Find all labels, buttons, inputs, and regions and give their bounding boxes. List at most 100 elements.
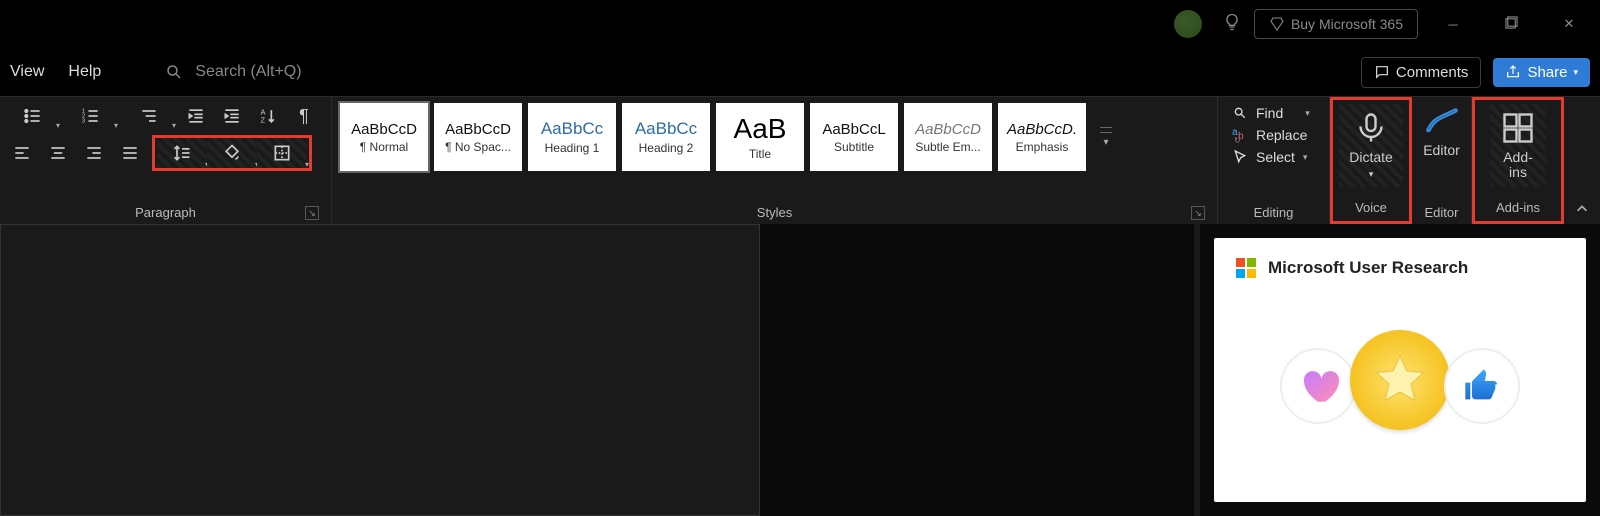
menu-view[interactable]: View [10, 63, 44, 81]
style-subtitle[interactable]: AaBbCcL Subtitle [810, 103, 898, 171]
grid-icon [1500, 110, 1536, 146]
research-artwork [1236, 338, 1564, 458]
paragraph-dialog-launcher[interactable]: ↘ [305, 206, 319, 220]
sort-button[interactable]: AZ [254, 103, 282, 129]
paragraph-group-label: Paragraph [135, 205, 196, 220]
microphone-icon [1353, 110, 1389, 146]
style-name: Subtitle [834, 140, 874, 154]
comment-icon [1374, 64, 1390, 80]
style-name: Heading 2 [639, 141, 694, 155]
share-button[interactable]: Share ▾ [1493, 58, 1590, 87]
collapse-ribbon-button[interactable] [1564, 97, 1600, 224]
style-name: ¶ No Spac... [445, 140, 511, 154]
research-card: Microsoft User Research [1214, 238, 1586, 502]
paragraph-group: ▾ 123 ▾ ▾ AZ [0, 97, 332, 224]
show-hide-marks-button[interactable]: ¶ [290, 103, 318, 129]
style-preview: AaBbCcD. [1007, 121, 1077, 138]
decrease-indent-button[interactable] [182, 103, 210, 129]
borders-button[interactable]: ▾ [257, 138, 307, 168]
style-title[interactable]: AaBTitle [716, 103, 804, 171]
style-heading-2[interactable]: AaBbCcHeading 2 [622, 103, 710, 171]
addins-button-label: Add-ins [1503, 149, 1533, 180]
account-avatar[interactable] [1174, 10, 1202, 38]
dictate-label: Dictate [1349, 149, 1393, 165]
buy-microsoft-365-button[interactable]: Buy Microsoft 365 [1254, 9, 1418, 39]
styles-group-label: Styles [757, 205, 792, 220]
share-label: Share [1527, 64, 1567, 81]
align-right-button[interactable] [80, 140, 108, 166]
highlighted-paragraph-buttons: ▾ ▾ ▾ [152, 135, 312, 171]
document-canvas[interactable] [0, 224, 1194, 516]
increase-indent-button[interactable] [218, 103, 246, 129]
menu-bar: View Help Search (Alt+Q) Comments Share … [0, 48, 1600, 96]
select-label: Select [1256, 149, 1295, 165]
align-left-button[interactable] [8, 140, 36, 166]
replace-icon: a b ↻ [1232, 127, 1248, 143]
style--no-spac-[interactable]: AaBbCcD ¶ No Spac... [434, 103, 522, 171]
style-name: Subtle Em... [915, 140, 980, 154]
replace-button[interactable]: a b ↻ Replace [1232, 127, 1315, 143]
window-minimize-button[interactable]: ─ [1430, 17, 1476, 32]
chevron-up-icon [1575, 202, 1589, 216]
styles-gallery: AaBbCcD¶ NormalAaBbCcD¶ No Spac...AaBbCc… [340, 103, 1209, 171]
select-button[interactable]: Select ▾ [1232, 149, 1315, 165]
style-preview: AaBbCc [541, 119, 603, 139]
share-icon [1505, 64, 1521, 80]
editor-group-label: Editor [1425, 205, 1459, 220]
ribbon: ▾ 123 ▾ ▾ AZ [0, 96, 1600, 224]
style-emphasis[interactable]: AaBbCcD. Emphasis [998, 103, 1086, 171]
svg-text:3: 3 [82, 119, 85, 125]
tell-me-search[interactable]: Search (Alt+Q) [165, 63, 301, 81]
styles-dialog-launcher[interactable]: ↘ [1191, 206, 1205, 220]
styles-group: AaBbCcD¶ NormalAaBbCcD¶ No Spac...AaBbCc… [332, 97, 1218, 224]
replace-label: Replace [1256, 127, 1307, 143]
cursor-icon [1232, 149, 1248, 165]
window-maximize-button[interactable] [1488, 16, 1534, 32]
bullets-button[interactable]: ▾ [8, 103, 58, 129]
styles-gallery-expand[interactable]: ▾ [1096, 103, 1116, 171]
svg-text:Z: Z [261, 116, 266, 125]
style-preview: AaBbCcD [445, 121, 511, 138]
addins-button[interactable]: Add-ins [1490, 104, 1546, 187]
justify-button[interactable] [116, 140, 144, 166]
addins-group-label: Add-ins [1496, 200, 1540, 215]
style-name: ¶ Normal [360, 140, 408, 154]
window-close-button[interactable]: ✕ [1546, 16, 1592, 32]
voice-group-label: Voice [1355, 200, 1387, 215]
comments-label: Comments [1396, 64, 1469, 81]
editor-button[interactable]: Editor [1423, 103, 1460, 158]
style-name: Emphasis [1016, 140, 1069, 154]
style-preview: AaBbCcL [822, 121, 885, 138]
page[interactable] [0, 224, 760, 516]
lightbulb-icon[interactable] [1222, 12, 1242, 37]
style-name: Heading 1 [545, 141, 600, 155]
thumb-coin-icon [1444, 348, 1520, 424]
dictate-button[interactable]: Dictate▾ [1339, 104, 1403, 187]
research-pane: Microsoft User Research [1200, 224, 1600, 516]
comments-button[interactable]: Comments [1361, 57, 1482, 88]
document-area: Microsoft User Research [0, 224, 1600, 516]
find-icon [1232, 105, 1248, 121]
style-preview: AaBbCcD [351, 121, 417, 138]
numbering-button[interactable]: 123 ▾ [66, 103, 116, 129]
heart-coin-icon [1280, 348, 1356, 424]
line-spacing-button[interactable]: ▾ [157, 138, 207, 168]
style-preview: AaB [734, 113, 787, 145]
star-coin-icon [1350, 330, 1450, 430]
find-button[interactable]: Find ▾ [1232, 105, 1315, 121]
menu-help[interactable]: Help [68, 63, 101, 81]
buy-label: Buy Microsoft 365 [1291, 16, 1403, 32]
style-heading-1[interactable]: AaBbCc Heading 1 [528, 103, 616, 171]
search-placeholder: Search (Alt+Q) [195, 63, 301, 81]
align-center-button[interactable] [44, 140, 72, 166]
style-subtle-em-[interactable]: AaBbCcDSubtle Em... [904, 103, 992, 171]
research-pane-title: Microsoft User Research [1268, 258, 1468, 278]
multilevel-list-button[interactable]: ▾ [124, 103, 174, 129]
editor-icon [1424, 103, 1460, 139]
shading-button[interactable]: ▾ [207, 138, 257, 168]
find-label: Find [1256, 105, 1283, 121]
voice-group: Dictate▾ Voice [1330, 97, 1412, 224]
diamond-icon [1269, 16, 1285, 32]
style--normal[interactable]: AaBbCcD ¶ Normal [340, 103, 428, 171]
editing-group: Find ▾ a b ↻ Replace Select ▾ Editing [1218, 97, 1330, 224]
